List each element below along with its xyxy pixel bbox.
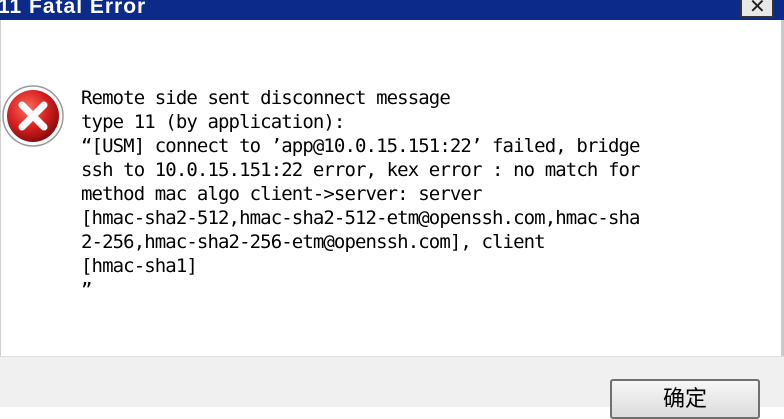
dialog-body: Remote side sent disconnect message type… bbox=[0, 20, 784, 356]
message-line: [hmac-sha1] bbox=[81, 255, 198, 277]
button-bar: 确定 bbox=[0, 356, 784, 419]
close-button[interactable]: ✕ bbox=[740, 0, 774, 18]
message-line: ” bbox=[81, 279, 92, 301]
close-icon: ✕ bbox=[749, 0, 766, 18]
message-line: [hmac-sha2-512,hmac-sha2-512-etm@openssh… bbox=[81, 207, 640, 229]
error-message: Remote side sent disconnect message type… bbox=[81, 86, 640, 302]
message-line: type 11 (by application): bbox=[81, 111, 345, 133]
message-line: Remote side sent disconnect message bbox=[81, 87, 451, 109]
title-bar[interactable]: 11 Fatal Error ✕ bbox=[0, 0, 784, 20]
error-icon bbox=[2, 85, 64, 147]
message-line: method mac algo client->server: server bbox=[81, 183, 482, 205]
ok-button[interactable]: 确定 bbox=[610, 379, 760, 419]
message-line: 2-256,hmac-sha2-256-etm@openssh.com], cl… bbox=[81, 231, 546, 253]
message-line: ssh to 10.0.15.151:22 error, kex error :… bbox=[81, 159, 640, 181]
window-title: 11 Fatal Error bbox=[0, 0, 147, 18]
message-line: “[USM] connect to ’app@10.0.15.151:22’ f… bbox=[81, 135, 640, 157]
